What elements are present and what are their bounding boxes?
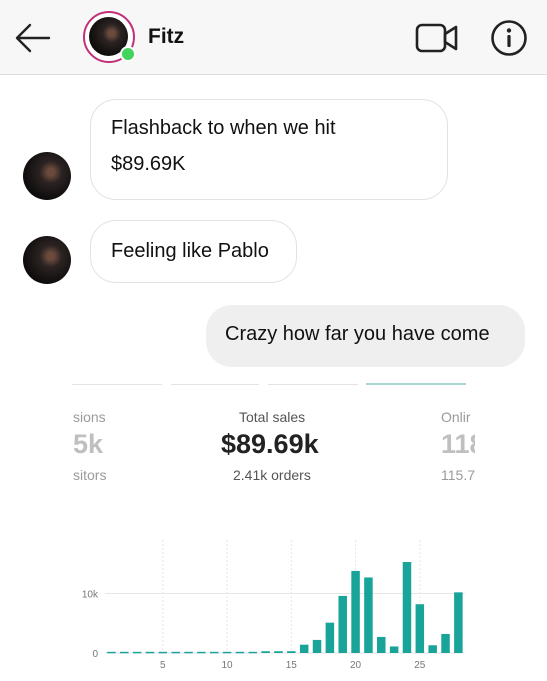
message-text: Feeling like Pablo	[111, 240, 269, 262]
chart-bar	[389, 646, 399, 653]
message-text: Flashback to when we hit	[111, 117, 336, 139]
sales-bar-chart: 0 10k 5 10 15 20 25	[82, 540, 465, 671]
chart-bar	[338, 595, 347, 653]
sender-avatar[interactable]	[23, 152, 71, 200]
chart-bar	[325, 622, 335, 653]
stat-value: 118	[441, 429, 475, 459]
stat-label: Onlir	[441, 409, 471, 425]
chart-bar	[145, 651, 155, 654]
chart-bar	[364, 577, 373, 653]
x-tick-label: 20	[350, 660, 362, 671]
chart-bar	[274, 651, 283, 653]
x-tick-label: 25	[414, 660, 426, 671]
x-tick-label: 10	[222, 660, 234, 671]
stat-sub: sitors	[73, 467, 107, 483]
chart-bar	[402, 562, 412, 653]
chart-bar	[415, 604, 425, 653]
chart-bar	[184, 651, 193, 654]
message-bubble-outgoing[interactable]: Crazy how far you have come	[206, 305, 525, 367]
message-text: Crazy how far you have come	[225, 323, 490, 345]
tab-divider	[72, 384, 162, 385]
chart-bar	[222, 651, 232, 654]
stat-sub: 115.7	[441, 467, 475, 483]
chart-bar	[235, 651, 245, 654]
online-status-dot	[120, 46, 136, 62]
chart-bar	[248, 651, 258, 654]
chart-bar	[312, 639, 322, 653]
chart-bar	[428, 645, 437, 653]
contact-avatar[interactable]	[83, 11, 136, 63]
stat-sub: 2.41k orders	[233, 467, 311, 483]
chart-bar	[377, 636, 386, 653]
x-tick-label: 5	[160, 660, 166, 671]
stat-label: Total sales	[239, 409, 306, 425]
chart-bar	[120, 651, 129, 654]
stat-value: 5k	[73, 429, 104, 459]
chart-bar	[132, 651, 142, 654]
chart-bar	[299, 644, 309, 653]
chart-bar	[107, 651, 116, 654]
message-text: $89.69K	[111, 153, 186, 175]
chart-bar	[351, 570, 360, 653]
chart-bar	[454, 592, 463, 653]
chat-header: Fitz	[0, 0, 547, 75]
y-tick-label: 10k	[82, 590, 99, 601]
video-camera-icon[interactable]	[414, 20, 460, 56]
chart-bar	[197, 651, 206, 654]
y-tick-label: 0	[92, 649, 98, 660]
back-arrow-icon[interactable]	[14, 21, 52, 55]
message-bubble[interactable]: Feeling like Pablo	[90, 220, 297, 283]
chart-bar	[209, 651, 219, 654]
tab-divider	[268, 384, 358, 385]
stat-label: sions	[73, 409, 106, 425]
contact-name[interactable]: Fitz	[148, 25, 184, 49]
info-icon[interactable]	[489, 18, 529, 58]
chart-bar	[441, 633, 450, 653]
tab-divider-active	[366, 383, 466, 385]
stat-value: $89.69k	[221, 429, 319, 459]
chart-bar	[158, 651, 168, 654]
tab-divider	[171, 384, 259, 385]
message-bubble[interactable]: Flashback to when we hit $89.69K	[90, 99, 448, 200]
chart-bar	[261, 651, 270, 653]
x-tick-label: 15	[286, 660, 298, 671]
sender-avatar[interactable]	[23, 236, 71, 284]
chart-bar	[171, 651, 180, 654]
chart-bar	[287, 651, 296, 653]
